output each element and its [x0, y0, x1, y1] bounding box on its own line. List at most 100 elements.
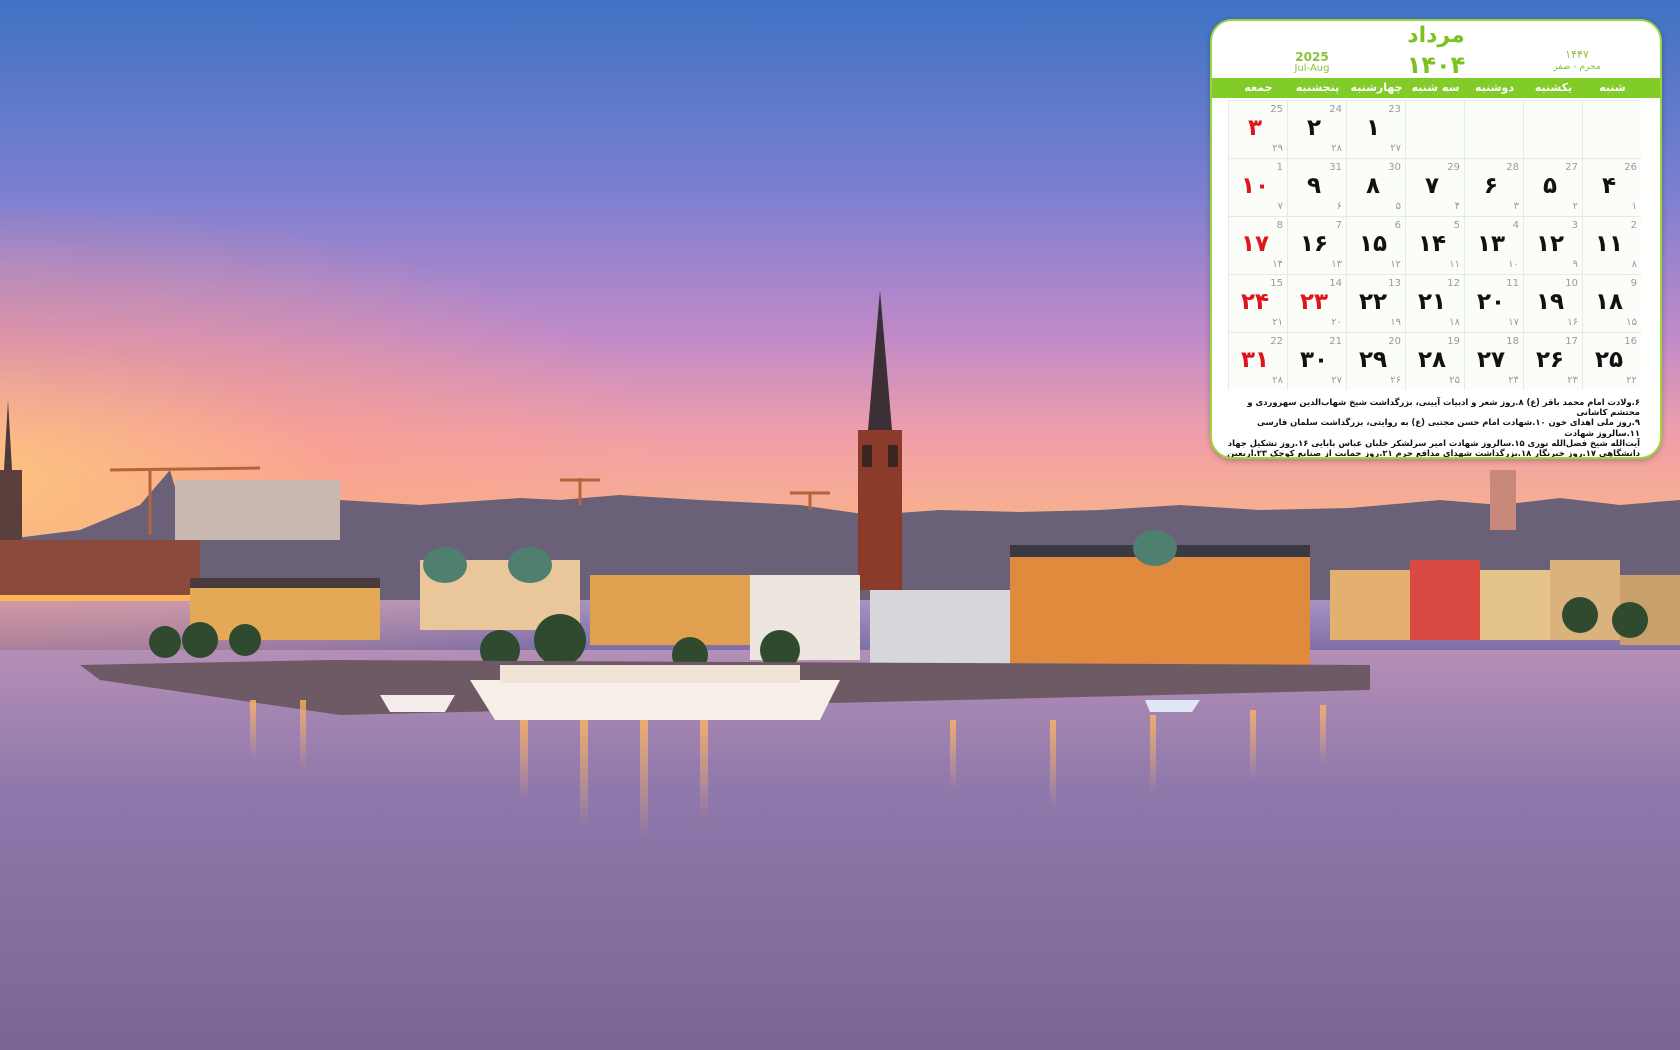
day-number: ۳۰: [1299, 347, 1329, 373]
gregorian-day: 10: [1565, 278, 1578, 289]
event-line: ۶.ولادت امام محمد باقر (ع) ۸.روز شعر و ا…: [1247, 397, 1640, 418]
weekday-wednesday: چهارشنبه: [1350, 81, 1403, 94]
gregorian-year-block: 2025 Jul-Aug: [1272, 51, 1352, 75]
weekday-thursday: پنجشنبه: [1295, 81, 1340, 94]
holiday-day-number: ۲۳: [1299, 289, 1329, 315]
day-cell: ۴ 26 ۱: [1582, 158, 1641, 216]
day-cell: ۳ 25 ۲۹: [1228, 100, 1287, 158]
hijri-day: ۲۴: [1508, 375, 1519, 386]
gregorian-day: 26: [1624, 162, 1637, 173]
day-cell: ۲۹ 20 ۲۶: [1346, 332, 1405, 390]
day-number: ۶: [1483, 173, 1499, 199]
weekday-monday: دوشنبه: [1475, 81, 1514, 94]
gregorian-day: 16: [1624, 336, 1637, 347]
holiday-day-number: ۳۱: [1240, 347, 1270, 373]
hijri-day: ۲۹: [1272, 143, 1283, 154]
day-cell: ۲۲ 13 ۱۹: [1346, 274, 1405, 332]
day-number: ۷: [1424, 173, 1440, 199]
day-cell: ۱۱ 2 ۸: [1582, 216, 1641, 274]
hijri-day: ۲۶: [1390, 375, 1401, 386]
day-number: ۲۲: [1358, 289, 1388, 315]
day-number: ۱۳: [1476, 231, 1506, 257]
weekday-friday: جمعه: [1244, 81, 1273, 94]
gregorian-day: 4: [1512, 220, 1519, 231]
hijri-day: ۲۰: [1331, 317, 1342, 328]
event-line: حسینی ۲۸.روز جهانی مسجد ۳۱.رحلت پیامبر ا…: [1222, 458, 1640, 459]
day-number: ۱۶: [1299, 231, 1329, 257]
gregorian-day: 28: [1506, 162, 1519, 173]
gregorian-day: 2: [1630, 220, 1637, 231]
gregorian-day: 6: [1394, 220, 1401, 231]
hijri-day: ۱۹: [1390, 317, 1401, 328]
gregorian-day: 29: [1447, 162, 1460, 173]
gregorian-day: 19: [1447, 336, 1460, 347]
events-list: ۶.ولادت امام محمد باقر (ع) ۸.روز شعر و ا…: [1222, 397, 1640, 459]
day-cell: ۷ 29 ۴: [1405, 158, 1464, 216]
day-cell: ۸ 30 ۵: [1346, 158, 1405, 216]
gregorian-day: 12: [1447, 278, 1460, 289]
weekday-sunday: یکشنبه: [1534, 81, 1573, 94]
hijri-day: ۲۷: [1390, 143, 1401, 154]
left-spire: [4, 400, 12, 470]
day-number: ۱۱: [1594, 231, 1624, 257]
hijri-months: محرم - صفر: [1553, 62, 1601, 72]
gregorian-day: 9: [1630, 278, 1637, 289]
day-number: ۴: [1601, 173, 1617, 199]
gregorian-day: 31: [1329, 162, 1342, 173]
day-number: ۱۸: [1594, 289, 1624, 315]
day-cell: ۳۱ 22 ۲۸: [1228, 332, 1287, 390]
event-line: ۹.روز ملی اهدای خون ۱۰.شهادت امام حسن مج…: [1257, 417, 1640, 438]
hijri-day: ۲۳: [1567, 375, 1578, 386]
day-number: ۱۲: [1535, 231, 1565, 257]
day-cell: ۲۰ 11 ۱۷: [1464, 274, 1523, 332]
hijri-day: ۲۱: [1272, 317, 1283, 328]
hijri-day: ۱۴: [1272, 259, 1283, 270]
day-number: ۵: [1542, 173, 1558, 199]
holiday-day-number: ۲۴: [1240, 289, 1270, 315]
hijri-day: ۲۸: [1272, 375, 1283, 386]
day-number: ۲۵: [1594, 347, 1624, 373]
hijri-year-block: ۱۴۴۷ محرم - صفر: [1532, 49, 1622, 73]
gregorian-day: 18: [1506, 336, 1519, 347]
hijri-day: ۵: [1395, 201, 1401, 212]
gregorian-day: 11: [1506, 278, 1519, 289]
empty-day-cell: [1464, 100, 1523, 158]
holiday-day-number: ۱۰: [1240, 173, 1270, 199]
gregorian-day: 20: [1388, 336, 1401, 347]
hijri-day: ۶: [1336, 201, 1342, 212]
day-number: ۲۸: [1417, 347, 1447, 373]
empty-day-cell: [1582, 100, 1641, 158]
hijri-day: ۸: [1631, 259, 1637, 270]
day-cell: ۵ 27 ۲: [1523, 158, 1582, 216]
gregorian-day: 7: [1335, 220, 1342, 231]
gregorian-day: 25: [1270, 104, 1283, 115]
hijri-day: ۲: [1572, 201, 1578, 212]
weekday-header: شنبه یکشنبه دوشنبه سه شنبه چهارشنبه پنجش…: [1212, 78, 1660, 98]
day-number: ۲۷: [1476, 347, 1506, 373]
day-number: ۱۹: [1535, 289, 1565, 315]
hijri-day: ۹: [1572, 259, 1578, 270]
day-cell: ۳۰ 21 ۲۷: [1287, 332, 1346, 390]
day-cell: ۲۱ 12 ۱۸: [1405, 274, 1464, 332]
day-cell: ۲۴ 15 ۲۱: [1228, 274, 1287, 332]
day-cell: ۱۳ 4 ۱۰: [1464, 216, 1523, 274]
hijri-day: ۱۲: [1390, 259, 1401, 270]
gregorian-day: 3: [1571, 220, 1578, 231]
gregorian-day: 27: [1565, 162, 1578, 173]
day-cell: ۱۴ 5 ۱۱: [1405, 216, 1464, 274]
day-cell: ۲۷ 18 ۲۴: [1464, 332, 1523, 390]
day-cell: ۱۶ 7 ۱۳: [1287, 216, 1346, 274]
hijri-day: ۱۸: [1449, 317, 1460, 328]
gregorian-year: 2025: [1295, 50, 1329, 64]
day-cell: ۱۹ 10 ۱۶: [1523, 274, 1582, 332]
hijri-year: ۱۴۴۷: [1565, 48, 1589, 61]
gregorian-day: 14: [1329, 278, 1342, 289]
hijri-day: ۱۱: [1449, 259, 1460, 270]
day-grid: ۱ 23 ۲۷ ۲ 24 ۲۸ ۳ 25 ۲۹ ۴ 26 ۱ ۵ 27 ۲ ۶ 28 ۳ ۷ 29 ۴ ۸ 30 ۵ ۹ 31 ۶ ۱…: [1228, 100, 1642, 392]
empty-day-cell: [1405, 100, 1464, 158]
day-number: ۲۱: [1417, 289, 1447, 315]
day-cell: ۲۳ 14 ۲۰: [1287, 274, 1346, 332]
gregorian-day: 30: [1388, 162, 1401, 173]
day-number: ۱: [1365, 115, 1381, 141]
gregorian-day: 23: [1388, 104, 1401, 115]
